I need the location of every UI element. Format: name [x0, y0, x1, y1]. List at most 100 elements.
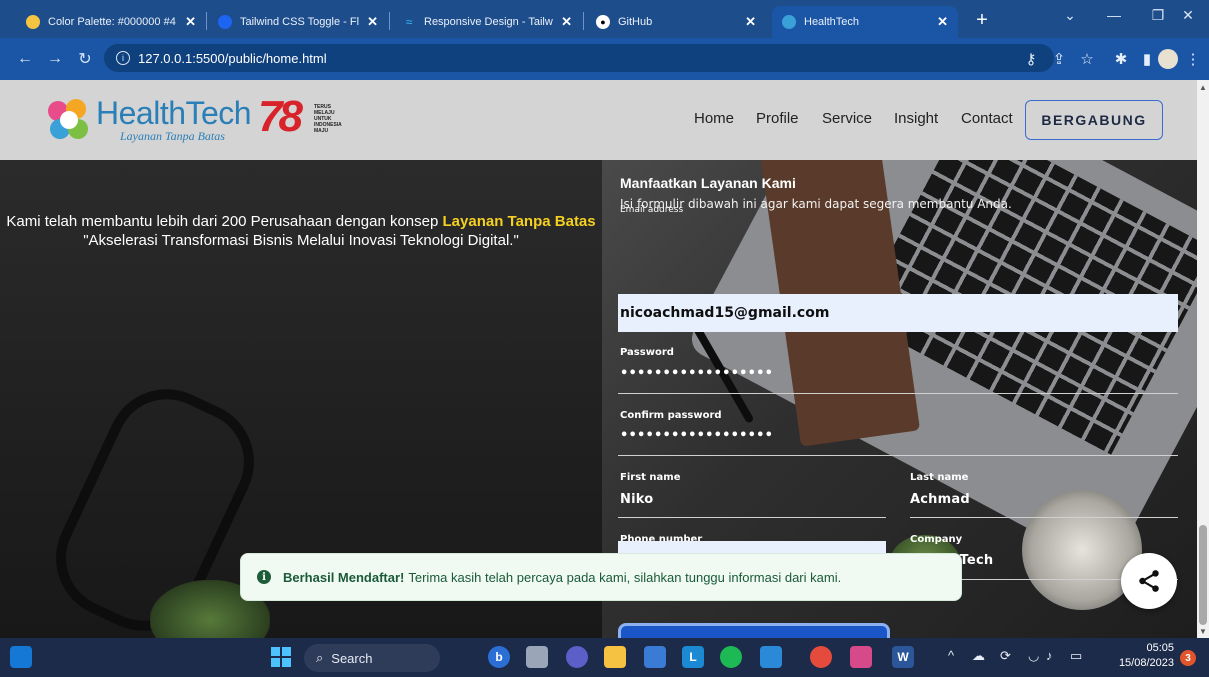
- close-tab-icon[interactable]: ✕: [561, 14, 572, 30]
- notification-badge[interactable]: 3: [1180, 650, 1196, 666]
- scroll-down-icon[interactable]: ▼: [1197, 624, 1209, 638]
- hero-quote: "Akselerasi Transformasi Bisnis Melalui …: [83, 232, 519, 249]
- tray-chevron-icon[interactable]: ^: [948, 648, 954, 663]
- task-view-icon[interactable]: [526, 646, 548, 668]
- browser-tabstrip: Color Palette: #000000 #4 ✕ Tailwind CSS…: [0, 0, 1209, 38]
- back-arrow-icon[interactable]: ←: [14, 48, 36, 70]
- address-bar[interactable]: i 127.0.0.1:5500/public/home.html: [104, 44, 1054, 72]
- last-name-field[interactable]: Achmad: [910, 492, 970, 507]
- spotify-icon[interactable]: [720, 646, 742, 668]
- store-icon[interactable]: [644, 646, 666, 668]
- tab-label: Color Palette: #000000 #4: [48, 16, 176, 28]
- scroll-thumb[interactable]: [1199, 525, 1207, 625]
- new-tab-plus-icon[interactable]: +: [968, 6, 996, 34]
- cloud-icon[interactable]: ☁: [972, 648, 985, 664]
- hero-copy: Kami telah membantu lebih dari 200 Perus…: [0, 212, 602, 250]
- sync-icon[interactable]: ⟳: [1000, 648, 1011, 664]
- share-page-icon[interactable]: ⇪: [1048, 48, 1070, 70]
- browser-tab[interactable]: ≈ Responsive Design - Tailw ✕: [392, 6, 582, 38]
- email-field[interactable]: nicoachmad15@gmail.com: [618, 294, 1178, 332]
- share-button[interactable]: [1121, 553, 1177, 609]
- tailwind-icon: ≈: [405, 15, 413, 29]
- close-tab-icon[interactable]: ✕: [745, 14, 756, 30]
- first-name-field[interactable]: Niko: [620, 492, 653, 507]
- battery-icon[interactable]: ▭: [1070, 648, 1082, 664]
- nav-profile[interactable]: Profile: [756, 110, 799, 127]
- scroll-up-icon[interactable]: ▲: [1197, 80, 1209, 94]
- close-tab-icon[interactable]: ✕: [185, 14, 196, 30]
- nav-insight[interactable]: Insight: [894, 110, 938, 127]
- tab-separator: [389, 12, 390, 30]
- first-name-label: First name: [620, 472, 681, 483]
- close-tab-icon[interactable]: ✕: [367, 14, 378, 30]
- close-window-icon[interactable]: ✕: [1166, 0, 1209, 30]
- tab-label: GitHub: [618, 16, 653, 28]
- tab-separator: [583, 12, 584, 30]
- hero-line: Kami telah membantu lebih dari 200 Perus…: [6, 213, 439, 230]
- brand-logo[interactable]: HealthTech Layanan Tanpa Batas: [48, 92, 252, 148]
- share-icon: [1139, 570, 1159, 592]
- taskbar-search[interactable]: ⌕ Search: [304, 644, 440, 672]
- clock-date: 15/08/2023: [1118, 657, 1174, 669]
- extensions-puzzle-icon[interactable]: ✱: [1110, 48, 1132, 70]
- reload-icon[interactable]: ↻: [74, 48, 96, 70]
- confirm-password-field[interactable]: ••••••••••••••••••: [620, 428, 773, 443]
- browser-tab-active[interactable]: HealthTech ✕: [772, 6, 958, 38]
- volume-icon[interactable]: ♪: [1046, 648, 1053, 663]
- word-icon[interactable]: W: [892, 646, 914, 668]
- minimize-icon[interactable]: —: [1092, 0, 1136, 30]
- password-field[interactable]: ••••••••••••••••••: [620, 366, 773, 381]
- clock-time: 05:05: [1146, 642, 1174, 654]
- side-panel-icon[interactable]: ▮: [1136, 48, 1158, 70]
- confirm-underline: [618, 455, 1178, 456]
- info-circle-icon: i: [257, 570, 271, 584]
- wifi-icon[interactable]: ◡: [1028, 648, 1039, 664]
- tab-label: Tailwind CSS Toggle - Flov: [240, 16, 360, 28]
- nav-service[interactable]: Service: [822, 110, 872, 127]
- last-name-underline: [910, 517, 1178, 518]
- browser-toolbar: ← → ↻ i 127.0.0.1:5500/public/home.html …: [0, 38, 1209, 80]
- menu-kebab-icon[interactable]: ⋮: [1182, 48, 1204, 70]
- profile-avatar[interactable]: [1158, 49, 1178, 69]
- hero-highlight: Layanan Tanpa Batas: [442, 213, 596, 230]
- nav-contact[interactable]: Contact: [961, 110, 1013, 127]
- widgets-icon[interactable]: [10, 646, 32, 668]
- bookmark-star-icon[interactable]: ☆: [1076, 48, 1098, 70]
- badge-text: TERUS MELAJU UNTUK INDONESIA MAJU: [314, 104, 342, 134]
- windows-start-icon[interactable]: [270, 646, 292, 668]
- palette-icon: [26, 15, 40, 29]
- toast-title: Berhasil Mendaftar!: [283, 569, 405, 585]
- page-viewport: HealthTech Layanan Tanpa Batas 78 TERUS …: [0, 80, 1197, 638]
- join-button[interactable]: BERGABUNG: [1025, 100, 1163, 140]
- page-scrollbar[interactable]: ▲ ▼: [1197, 80, 1209, 638]
- form-subtitle: Isi formulir dibawah ini agar kami dapat…: [620, 197, 1012, 211]
- site-info-icon[interactable]: i: [116, 51, 130, 65]
- teams-icon[interactable]: [566, 646, 588, 668]
- hut-ri-78-badge: 78 TERUS MELAJU UNTUK INDONESIA MAJU: [258, 92, 348, 144]
- last-name-label: Last name: [910, 472, 969, 483]
- browser-tab[interactable]: Tailwind CSS Toggle - Flov ✕: [208, 6, 388, 38]
- tab-search-chevron-icon[interactable]: ⌄: [1048, 0, 1092, 30]
- app-icon[interactable]: b: [488, 646, 510, 668]
- badge-number: 78: [258, 92, 303, 141]
- tab-label: HealthTech: [804, 16, 860, 28]
- confirm-password-label: Confirm password: [620, 410, 722, 421]
- close-tab-icon[interactable]: ✕: [937, 14, 948, 30]
- browser-tab[interactable]: Color Palette: #000000 #4 ✕: [16, 6, 206, 38]
- vscode-icon[interactable]: [760, 646, 782, 668]
- submit-button[interactable]: [618, 623, 890, 638]
- password-underline: [618, 393, 1178, 394]
- key-icon[interactable]: ⚷: [1020, 48, 1042, 70]
- forward-arrow-icon[interactable]: →: [44, 48, 66, 70]
- search-label: Search: [331, 650, 373, 666]
- search-icon: ⌕: [316, 650, 324, 665]
- chrome-icon[interactable]: [810, 646, 832, 668]
- file-explorer-icon[interactable]: [604, 646, 626, 668]
- app-pink-icon[interactable]: [850, 646, 872, 668]
- browser-tab[interactable]: ● GitHub ✕: [586, 6, 766, 38]
- nav-home[interactable]: Home: [694, 110, 734, 127]
- app-l-icon[interactable]: L: [682, 646, 704, 668]
- taskbar-clock[interactable]: 05:05 15/08/2023: [1112, 641, 1174, 671]
- first-name-underline: [618, 517, 886, 518]
- flowbite-icon: [218, 15, 232, 29]
